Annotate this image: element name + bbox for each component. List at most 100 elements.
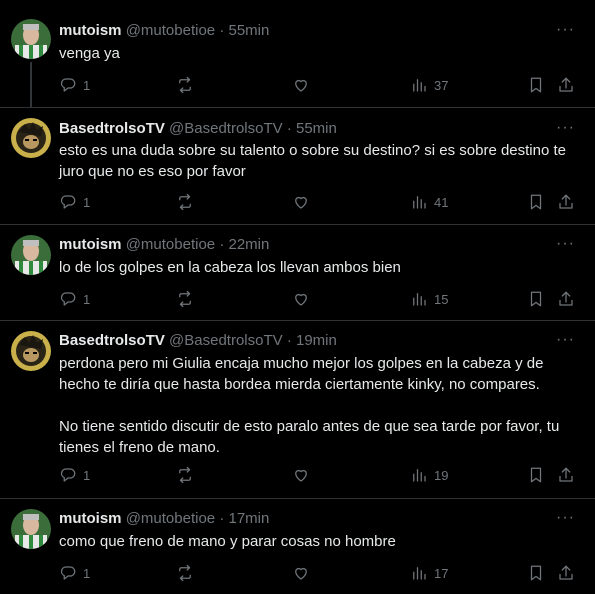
tweet-paragraph: No tiene sentido discutir de esto paralo…: [59, 418, 560, 456]
reply-button[interactable]: 1: [59, 466, 90, 484]
repost-button[interactable]: [176, 193, 194, 211]
handle[interactable]: @BasedtrolsoTV: [169, 332, 283, 349]
reply-count: 1: [83, 77, 91, 93]
timestamp[interactable]: 55min: [228, 22, 269, 39]
bookmark-icon: [530, 77, 542, 93]
tweet[interactable]: BasedtrolsoTV @BasedtrolsoTV · 19min ···…: [0, 321, 595, 498]
views-icon: [413, 293, 426, 306]
views-icon: [413, 79, 426, 92]
reply-count: 1: [83, 565, 91, 581]
share-button[interactable]: [557, 290, 575, 308]
like-button[interactable]: [292, 290, 310, 308]
display-name[interactable]: mutoism: [59, 510, 122, 527]
timestamp[interactable]: 22min: [228, 236, 269, 253]
bookmark-icon: [530, 467, 542, 483]
timestamp[interactable]: 55min: [296, 120, 337, 137]
share-button[interactable]: [557, 76, 575, 94]
handle[interactable]: @mutobetioe: [126, 510, 215, 527]
reply-button[interactable]: 1: [59, 76, 90, 94]
bookmark-icon: [530, 291, 542, 307]
repost-icon: [179, 290, 191, 308]
tweet-header: BasedtrolsoTV @BasedtrolsoTV · 55min: [59, 119, 337, 139]
reply-count: 1: [83, 194, 91, 210]
avatar[interactable]: [11, 19, 51, 59]
more-options-icon[interactable]: ···: [556, 332, 575, 348]
repost-button[interactable]: [176, 290, 194, 308]
share-button[interactable]: [557, 564, 575, 582]
like-icon: [295, 79, 307, 92]
like-button[interactable]: [292, 466, 310, 484]
tweet-text: como que freno de mano y parar cosas no …: [59, 531, 581, 552]
avatar[interactable]: [11, 331, 51, 371]
display-name[interactable]: mutoism: [59, 236, 122, 253]
action-bar: 1 41: [59, 193, 579, 213]
view-count: 15: [434, 291, 449, 307]
tweet-paragraph: venga ya: [59, 45, 120, 62]
view-count: 37: [434, 77, 449, 93]
bookmark-button[interactable]: [527, 193, 545, 211]
bookmark-button[interactable]: [527, 76, 545, 94]
tweet[interactable]: BasedtrolsoTV @BasedtrolsoTV · 55min ···…: [0, 108, 595, 224]
views-button[interactable]: 17: [410, 564, 448, 582]
tweet[interactable]: mutoism @mutobetioe · 17min ··· como que…: [0, 499, 595, 594]
share-button[interactable]: [557, 466, 575, 484]
handle[interactable]: @mutobetioe: [126, 22, 215, 39]
reply-button[interactable]: 1: [59, 290, 90, 308]
action-bar: 1 37: [59, 76, 579, 96]
action-bar: 1 17: [59, 564, 579, 584]
handle[interactable]: @BasedtrolsoTV: [169, 120, 283, 137]
like-icon: [295, 293, 307, 306]
more-options-icon[interactable]: ···: [556, 236, 575, 252]
handle[interactable]: @mutobetioe: [126, 236, 215, 253]
tweet[interactable]: mutoism @mutobetioe · 22min ··· lo de lo…: [0, 225, 595, 320]
bookmark-button[interactable]: [527, 564, 545, 582]
separator: ·: [219, 510, 225, 527]
separator: ·: [286, 332, 292, 349]
more-options-icon[interactable]: ···: [556, 120, 575, 136]
repost-button[interactable]: [176, 76, 194, 94]
like-icon: [295, 567, 307, 580]
more-options-icon[interactable]: ···: [556, 22, 575, 38]
repost-icon: [179, 466, 191, 484]
like-button[interactable]: [292, 76, 310, 94]
views-icon: [413, 567, 426, 580]
separator: ·: [219, 236, 225, 253]
share-icon: [559, 77, 573, 92]
view-count: 17: [434, 565, 449, 581]
timestamp[interactable]: 19min: [296, 332, 337, 349]
bookmark-button[interactable]: [527, 290, 545, 308]
tweet-text: venga ya: [59, 43, 581, 64]
repost-icon: [179, 76, 191, 94]
views-button[interactable]: 41: [410, 193, 448, 211]
views-button[interactable]: 37: [410, 76, 448, 94]
tweet[interactable]: mutoism @mutobetioe · 55min ··· venga ya…: [0, 0, 595, 107]
reply-button[interactable]: 1: [59, 193, 90, 211]
reply-button[interactable]: 1: [59, 564, 90, 582]
like-button[interactable]: [292, 564, 310, 582]
reply-count: 1: [83, 467, 91, 483]
view-count: 19: [434, 467, 449, 483]
repost-button[interactable]: [176, 466, 194, 484]
repost-button[interactable]: [176, 564, 194, 582]
action-bar: 1 15: [59, 290, 579, 310]
display-name[interactable]: BasedtrolsoTV: [59, 120, 165, 137]
avatar[interactable]: [11, 118, 51, 158]
reply-icon: [60, 468, 76, 482]
views-button[interactable]: 19: [410, 466, 448, 484]
bookmark-button[interactable]: [527, 466, 545, 484]
like-button[interactable]: [292, 193, 310, 211]
tweet-header: BasedtrolsoTV @BasedtrolsoTV · 19min: [59, 331, 337, 351]
more-options-icon[interactable]: ···: [556, 510, 575, 526]
tweet-text: perdona pero mi Giulia encaja mucho mejo…: [59, 353, 581, 458]
timestamp[interactable]: 17min: [228, 510, 269, 527]
avatar[interactable]: [11, 235, 51, 275]
like-icon: [295, 196, 307, 209]
action-bar: 1 19: [59, 466, 579, 486]
avatar[interactable]: [11, 509, 51, 549]
repost-icon: [179, 193, 191, 211]
views-button[interactable]: 15: [410, 290, 448, 308]
tweet-paragraph: perdona pero mi Giulia encaja mucho mejo…: [59, 355, 544, 393]
display-name[interactable]: mutoism: [59, 22, 122, 39]
display-name[interactable]: BasedtrolsoTV: [59, 332, 165, 349]
share-button[interactable]: [557, 193, 575, 211]
